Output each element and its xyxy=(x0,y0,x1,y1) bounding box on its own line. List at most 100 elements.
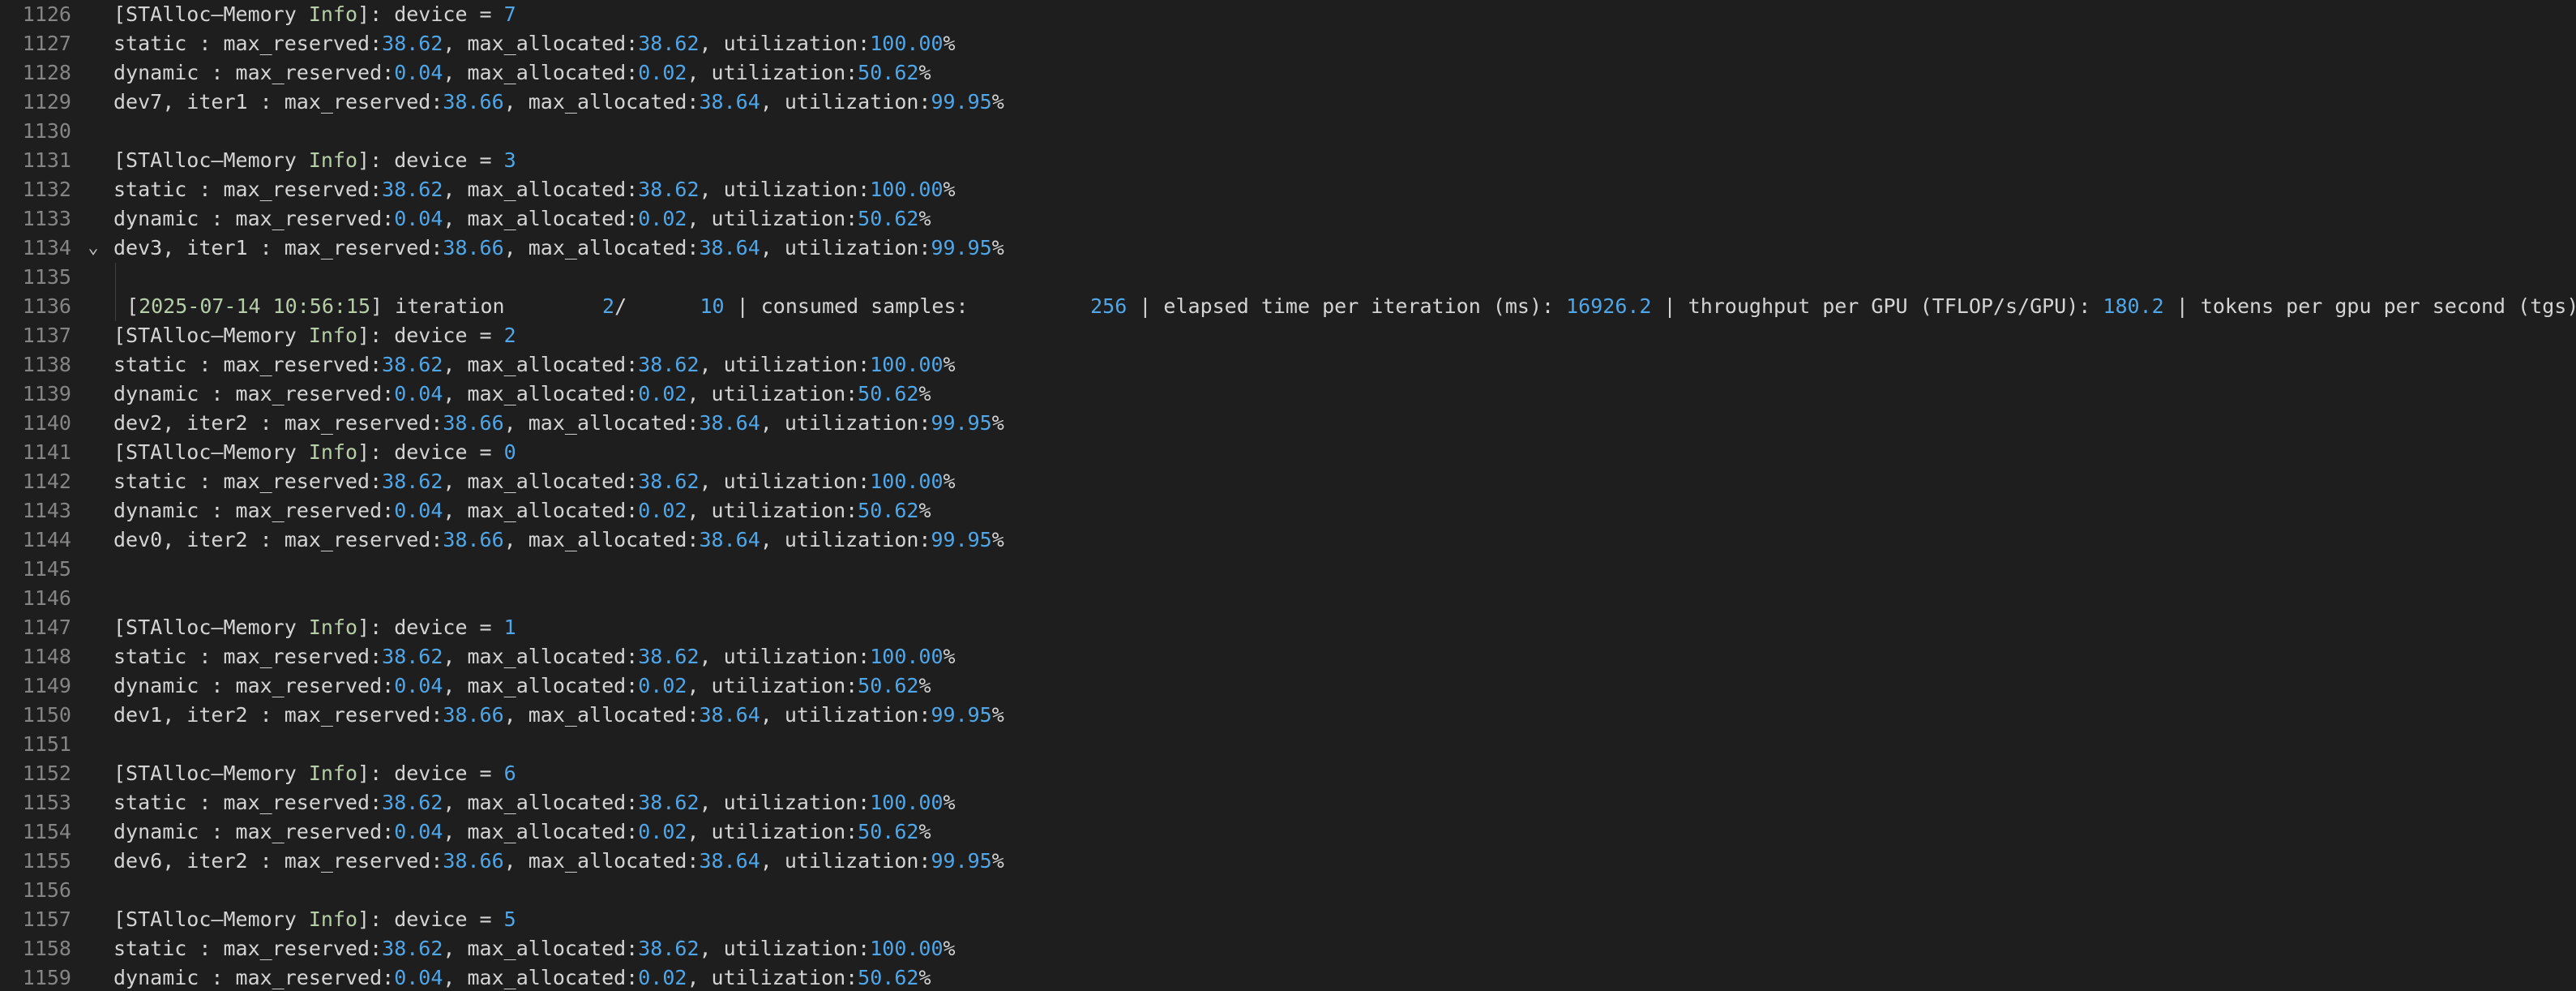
text-token: , max_allocated: xyxy=(503,528,700,551)
line-content[interactable]: static : max_reserved:38.62, max_allocat… xyxy=(113,350,2576,380)
text-token: [STAlloc–Memory xyxy=(113,440,309,464)
line-content[interactable]: dev0, iter2 : max_reserved:38.66, max_al… xyxy=(113,526,2576,555)
text-token: dev3, iter1 : max_reserved: xyxy=(113,236,443,260)
number-token: 50.62 xyxy=(858,499,919,522)
editor-line[interactable]: 1150 dev1, iter2 : max_reserved:38.66, ma… xyxy=(0,701,2576,730)
text-token: dynamic : max_reserved: xyxy=(113,820,395,843)
number-token: 38.62 xyxy=(638,791,700,814)
number-token: 38.62 xyxy=(638,32,700,55)
line-number: 1154 xyxy=(22,820,71,843)
number-token: 38.66 xyxy=(443,703,504,727)
text-token: , max_allocated: xyxy=(443,32,639,55)
line-content[interactable]: dev2, iter2 : max_reserved:38.66, max_al… xyxy=(113,409,2576,438)
line-content[interactable]: [STAlloc–Memory Info]: device = 2 xyxy=(113,321,2576,350)
editor-line[interactable]: 1139 dynamic : max_reserved:0.04, max_all… xyxy=(0,380,2576,409)
line-content[interactable]: dynamic : max_reserved:0.04, max_allocat… xyxy=(113,817,2576,847)
highlight-token: Info xyxy=(308,148,358,172)
line-content[interactable]: dynamic : max_reserved:0.04, max_allocat… xyxy=(113,496,2576,526)
editor-line[interactable]: 1126 [STAlloc–Memory Info]: device = 7 xyxy=(0,0,2576,29)
editor-line[interactable]: 1134 ⌄ dev3, iter1 : max_reserved:38.66, m… xyxy=(0,234,2576,263)
editor-line[interactable]: 1156 xyxy=(0,876,2576,905)
text-token: % xyxy=(991,90,1004,114)
line-content[interactable]: [STAlloc–Memory Info]: device = 6 xyxy=(113,759,2576,788)
editor-line[interactable]: 1151 xyxy=(0,730,2576,759)
log-editor[interactable]: 1126 [STAlloc–Memory Info]: device = 7 112… xyxy=(0,0,2576,991)
editor-line[interactable]: 1140 dev2, iter2 : max_reserved:38.66, ma… xyxy=(0,409,2576,438)
text-token: | throughput per GPU (TFLOP/s/GPU): xyxy=(1651,294,2103,318)
editor-line[interactable]: 1137 [STAlloc–Memory Info]: device = 2 xyxy=(0,321,2576,350)
editor-line[interactable]: 1131 [STAlloc–Memory Info]: device = 3 xyxy=(0,146,2576,175)
chevron-down-icon[interactable]: ⌄ xyxy=(84,234,102,263)
text-token: , max_allocated: xyxy=(443,966,639,989)
editor-line[interactable]: 1148 static : max_reserved:38.62, max_all… xyxy=(0,642,2576,671)
text-token: % xyxy=(943,353,956,376)
editor-line[interactable]: 1129 dev7, iter1 : max_reserved:38.66, ma… xyxy=(0,88,2576,117)
number-token: 99.95 xyxy=(931,528,992,551)
editor-line[interactable]: 1157 [STAlloc–Memory Info]: device = 5 xyxy=(0,905,2576,934)
line-content[interactable]: dev3, iter1 : max_reserved:38.66, max_al… xyxy=(113,234,2576,263)
number-token: 38.62 xyxy=(382,353,443,376)
line-number: 1153 xyxy=(22,791,71,814)
text-token: static : max_reserved: xyxy=(113,937,383,960)
editor-line[interactable]: 1152 [STAlloc–Memory Info]: device = 6 xyxy=(0,759,2576,788)
line-content[interactable]: dev6, iter2 : max_reserved:38.66, max_al… xyxy=(113,847,2576,876)
editor-line[interactable]: 1128 dynamic : max_reserved:0.04, max_all… xyxy=(0,58,2576,88)
editor-line[interactable]: 1133 dynamic : max_reserved:0.04, max_all… xyxy=(0,204,2576,234)
editor-line[interactable]: 1159 dynamic : max_reserved:0.04, max_all… xyxy=(0,963,2576,991)
editor-line[interactable]: 1149 dynamic : max_reserved:0.04, max_all… xyxy=(0,671,2576,701)
line-content[interactable]: static : max_reserved:38.62, max_allocat… xyxy=(113,642,2576,671)
editor-line[interactable]: 1127 static : max_reserved:38.62, max_all… xyxy=(0,29,2576,58)
line-content[interactable]: dev7, iter1 : max_reserved:38.66, max_al… xyxy=(113,88,2576,117)
line-content[interactable]: static : max_reserved:38.62, max_allocat… xyxy=(113,467,2576,496)
editor-line[interactable]: 1136 [2025-07-14 10:56:15] iteration 2/ 1… xyxy=(0,292,2576,321)
line-content[interactable]: static : max_reserved:38.62, max_allocat… xyxy=(113,934,2576,963)
line-content[interactable]: dev1, iter2 : max_reserved:38.66, max_al… xyxy=(113,701,2576,730)
editor-line[interactable]: 1132 static : max_reserved:38.62, max_all… xyxy=(0,175,2576,204)
line-content[interactable]: [2025-07-14 10:56:15] iteration 2/ 10 | … xyxy=(113,292,2576,321)
number-token: 100.00 xyxy=(870,353,944,376)
line-content[interactable]: [STAlloc–Memory Info]: device = 0 xyxy=(113,438,2576,467)
number-token: 50.62 xyxy=(858,61,919,84)
line-content[interactable]: dynamic : max_reserved:0.04, max_allocat… xyxy=(113,963,2576,991)
editor-line[interactable]: 1142 static : max_reserved:38.62, max_all… xyxy=(0,467,2576,496)
editor-line[interactable]: 1138 static : max_reserved:38.62, max_all… xyxy=(0,350,2576,380)
editor-line[interactable]: 1158 static : max_reserved:38.62, max_all… xyxy=(0,934,2576,963)
text-token: % xyxy=(943,32,956,55)
line-content[interactable]: [STAlloc–Memory Info]: device = 1 xyxy=(113,613,2576,642)
text-token: , utilization: xyxy=(699,178,871,201)
line-content[interactable]: dynamic : max_reserved:0.04, max_allocat… xyxy=(113,58,2576,88)
number-token: 256 xyxy=(1090,294,1128,318)
editor-line[interactable]: 1130 xyxy=(0,117,2576,146)
highlight-token: Info xyxy=(308,2,358,26)
editor-line[interactable]: 1141 [STAlloc–Memory Info]: device = 0 xyxy=(0,438,2576,467)
text-token: % xyxy=(943,937,956,960)
editor-line[interactable]: 1135 xyxy=(0,263,2576,292)
editor-line[interactable]: 1153 static : max_reserved:38.62, max_all… xyxy=(0,788,2576,817)
line-content[interactable]: [STAlloc–Memory Info]: device = 3 xyxy=(113,146,2576,175)
line-content[interactable]: dynamic : max_reserved:0.04, max_allocat… xyxy=(113,380,2576,409)
line-content[interactable]: static : max_reserved:38.62, max_allocat… xyxy=(113,29,2576,58)
editor-line[interactable]: 1154 dynamic : max_reserved:0.04, max_all… xyxy=(0,817,2576,847)
line-content[interactable]: [STAlloc–Memory Info]: device = 7 xyxy=(113,0,2576,29)
line-number: 1144 xyxy=(22,528,71,551)
text-token: , utilization: xyxy=(687,499,858,522)
editor-line[interactable]: 1146 xyxy=(0,584,2576,613)
editor-line[interactable]: 1144 dev0, iter2 : max_reserved:38.66, ma… xyxy=(0,526,2576,555)
line-number: 1142 xyxy=(22,470,71,493)
line-content[interactable]: static : max_reserved:38.62, max_allocat… xyxy=(113,175,2576,204)
line-content[interactable]: dynamic : max_reserved:0.04, max_allocat… xyxy=(113,671,2576,701)
line-content[interactable]: static : max_reserved:38.62, max_allocat… xyxy=(113,788,2576,817)
text-token: , max_allocated: xyxy=(503,849,700,873)
editor-line[interactable]: 1143 dynamic : max_reserved:0.04, max_all… xyxy=(0,496,2576,526)
line-content[interactable]: dynamic : max_reserved:0.04, max_allocat… xyxy=(113,204,2576,234)
text-token: % xyxy=(991,411,1004,435)
editor-line[interactable]: 1155 dev6, iter2 : max_reserved:38.66, ma… xyxy=(0,847,2576,876)
text-token: , max_allocated: xyxy=(443,674,639,697)
number-token: 180.2 xyxy=(2103,294,2164,318)
text-token: , utilization: xyxy=(760,411,931,435)
editor-line[interactable]: 1147 [STAlloc–Memory Info]: device = 1 xyxy=(0,613,2576,642)
text-token: ]: device = xyxy=(357,761,504,785)
text-token: dynamic : max_reserved: xyxy=(113,674,395,697)
line-content[interactable]: [STAlloc–Memory Info]: device = 5 xyxy=(113,905,2576,934)
editor-line[interactable]: 1145 xyxy=(0,555,2576,584)
